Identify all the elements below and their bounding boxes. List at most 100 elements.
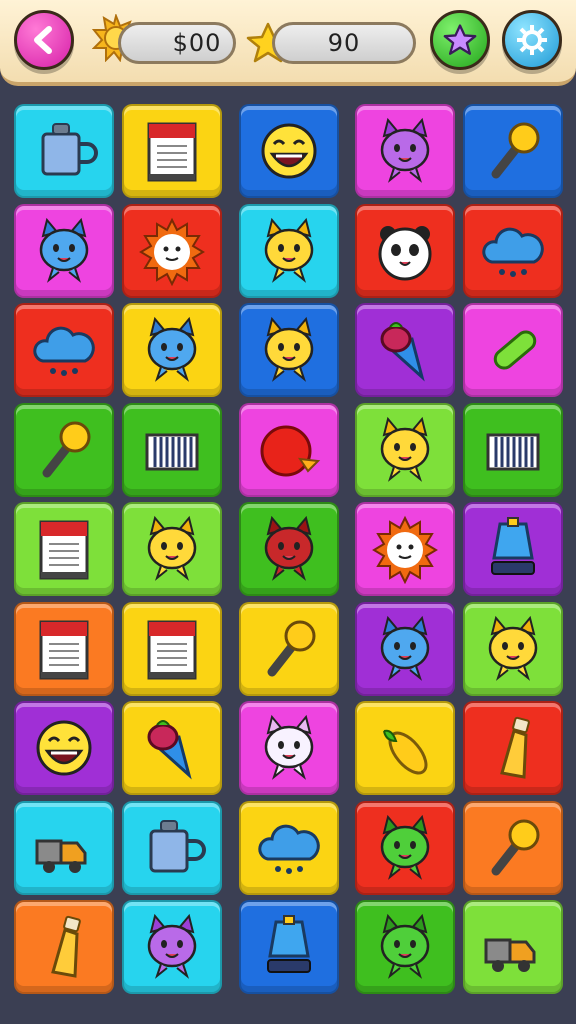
tile-truck[interactable] — [463, 900, 563, 994]
star-value: 90 — [327, 29, 361, 57]
cloud-icon — [482, 227, 544, 277]
tile-yellow-cat[interactable] — [239, 203, 339, 298]
tile-book[interactable] — [122, 601, 222, 696]
purple-cat-icon — [147, 913, 197, 979]
tile-sun-face[interactable] — [122, 203, 222, 298]
tile-torch[interactable] — [14, 402, 114, 497]
sun-face-icon — [372, 515, 438, 584]
tile-truck[interactable] — [14, 800, 114, 895]
tile-sun-face[interactable] — [355, 502, 455, 596]
yellow-cat-icon — [147, 515, 197, 581]
tile-blue-cat[interactable] — [14, 203, 114, 298]
cloud-icon — [33, 326, 95, 376]
tile-yellow-cat[interactable] — [239, 303, 339, 397]
tile-red-cat[interactable] — [239, 502, 339, 596]
sun-face-icon — [139, 217, 205, 286]
tile-cloud[interactable] — [463, 203, 563, 298]
green-cat-icon — [380, 814, 430, 880]
panda-icon — [378, 225, 432, 280]
tile-panda[interactable] — [355, 203, 455, 298]
torch-icon — [491, 819, 540, 875]
red-cat-icon — [264, 515, 314, 581]
favorites-button[interactable] — [430, 10, 490, 70]
mug-icon — [149, 819, 206, 872]
laughing-face-icon — [261, 123, 317, 179]
coin-value: $00 — [172, 29, 222, 57]
white-cat-icon — [264, 714, 314, 780]
game-board — [0, 94, 576, 1012]
red-ball-icon — [260, 425, 321, 476]
tile-blue-cat[interactable] — [122, 303, 222, 397]
mug-icon — [41, 123, 98, 176]
cage-icon — [486, 433, 540, 470]
tile-lamp[interactable] — [463, 502, 563, 596]
book-icon — [147, 620, 197, 679]
tile-laughing-face[interactable] — [14, 701, 114, 795]
bottle-icon — [51, 915, 81, 978]
green-cat-icon — [380, 913, 430, 979]
torch-icon — [491, 122, 540, 179]
tile-yellow-cat[interactable] — [355, 402, 455, 497]
torch-icon — [42, 421, 91, 477]
torch-icon — [267, 620, 316, 676]
tile-cloud[interactable] — [239, 800, 339, 895]
cloud-icon — [258, 824, 320, 874]
tile-torch[interactable] — [239, 601, 339, 696]
tile-book[interactable] — [122, 104, 222, 198]
tile-yellow-cat[interactable] — [463, 601, 563, 696]
yellow-cat-icon — [488, 615, 538, 681]
tile-white-cat[interactable] — [239, 701, 339, 795]
ice-cream-icon — [147, 720, 192, 780]
lamp-icon — [491, 517, 535, 575]
settings-button[interactable] — [502, 10, 562, 70]
book-icon — [39, 620, 89, 679]
back-arrow-icon — [34, 26, 52, 54]
tile-torch[interactable] — [463, 104, 563, 198]
book-icon — [39, 520, 89, 580]
yellow-cat-icon — [264, 217, 314, 283]
blue-cat-icon — [380, 615, 430, 681]
yellow-cat-icon — [380, 416, 430, 482]
purple-cat-icon — [380, 117, 430, 183]
ice-cream-icon — [380, 322, 425, 382]
tile-ice-cream[interactable] — [355, 303, 455, 397]
tile-blue-cat[interactable] — [355, 601, 455, 696]
tile-purple-cat[interactable] — [122, 900, 222, 994]
star-icon — [443, 24, 477, 55]
truck-icon — [484, 938, 536, 972]
top-bar: $00 90 — [0, 0, 576, 86]
tile-ice-cream[interactable] — [122, 701, 222, 795]
truck-icon — [35, 839, 87, 873]
tile-green-cat[interactable] — [355, 800, 455, 895]
coin-counter: $00 — [118, 22, 236, 64]
tile-corn[interactable] — [355, 701, 455, 795]
blue-cat-icon — [147, 316, 197, 382]
tile-red-ball[interactable] — [239, 402, 339, 497]
tile-mug[interactable] — [14, 104, 114, 198]
tile-bottle[interactable] — [14, 900, 114, 994]
tile-cage[interactable] — [122, 402, 222, 497]
tile-cloud[interactable] — [14, 303, 114, 397]
star-counter: 90 — [272, 22, 416, 64]
tile-green-cat[interactable] — [355, 900, 455, 994]
tile-yellow-cat[interactable] — [122, 502, 222, 596]
tile-laughing-face[interactable] — [239, 104, 339, 198]
laughing-face-icon — [36, 720, 92, 776]
tile-bottle[interactable] — [463, 701, 563, 795]
tile-lamp[interactable] — [239, 900, 339, 994]
tile-torch[interactable] — [463, 800, 563, 895]
back-button[interactable] — [14, 10, 74, 70]
yellow-cat-icon — [264, 316, 314, 382]
blue-cat-icon — [39, 217, 89, 283]
tile-book[interactable] — [14, 502, 114, 596]
cage-icon — [145, 433, 199, 470]
tile-cage[interactable] — [463, 402, 563, 497]
pickle-icon — [493, 330, 537, 370]
tile-book[interactable] — [14, 601, 114, 696]
tile-mug[interactable] — [122, 800, 222, 895]
lamp-icon — [267, 915, 311, 973]
gear-icon — [517, 25, 547, 55]
tile-pickle[interactable] — [463, 303, 563, 397]
tile-purple-cat[interactable] — [355, 104, 455, 198]
corn-icon — [383, 729, 428, 775]
